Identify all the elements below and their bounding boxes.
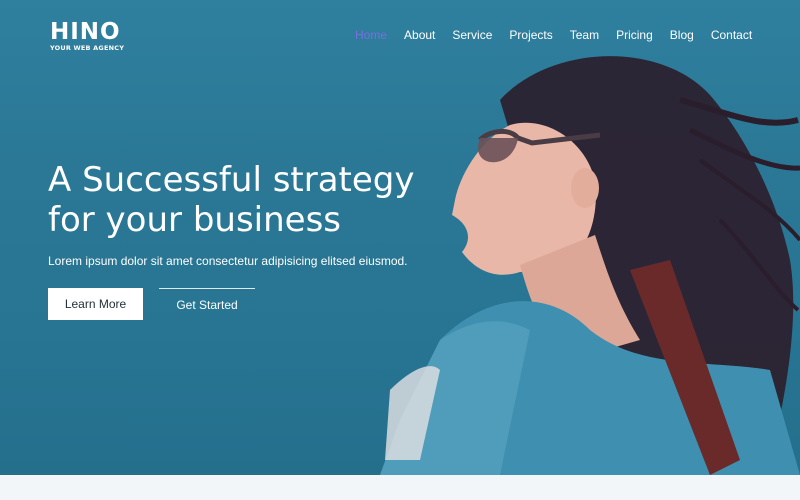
nav-item-team[interactable]: Team: [570, 28, 599, 42]
learn-more-button[interactable]: Learn More: [48, 288, 143, 320]
brand-name: HINO: [50, 19, 121, 45]
hero-section: HINO YOUR WEB AGENCY Home About Service …: [0, 0, 800, 475]
hero-woman-image: [380, 56, 800, 475]
hero-headline-line2: for your business: [48, 200, 342, 240]
nav-item-service[interactable]: Service: [452, 28, 492, 42]
hero-subtext: Lorem ipsum dolor sit amet consectetur a…: [48, 254, 408, 268]
get-started-button[interactable]: Get Started: [159, 288, 255, 320]
hero-headline: A Successful strategy for your business: [48, 160, 428, 240]
hero-headline-line1: A Successful strategy: [48, 160, 415, 200]
nav-item-contact[interactable]: Contact: [711, 28, 752, 42]
brand-tagline: YOUR WEB AGENCY: [50, 44, 125, 52]
brand-logo[interactable]: HINO YOUR WEB AGENCY: [50, 19, 124, 52]
nav-item-projects[interactable]: Projects: [509, 28, 552, 42]
main-nav: Home About Service Projects Team Pricing…: [355, 28, 769, 42]
next-section-strip: [0, 475, 800, 500]
nav-item-pricing[interactable]: Pricing: [616, 28, 653, 42]
nav-item-blog[interactable]: Blog: [670, 28, 694, 42]
nav-item-home[interactable]: Home: [355, 28, 387, 42]
nav-item-about[interactable]: About: [404, 28, 435, 42]
